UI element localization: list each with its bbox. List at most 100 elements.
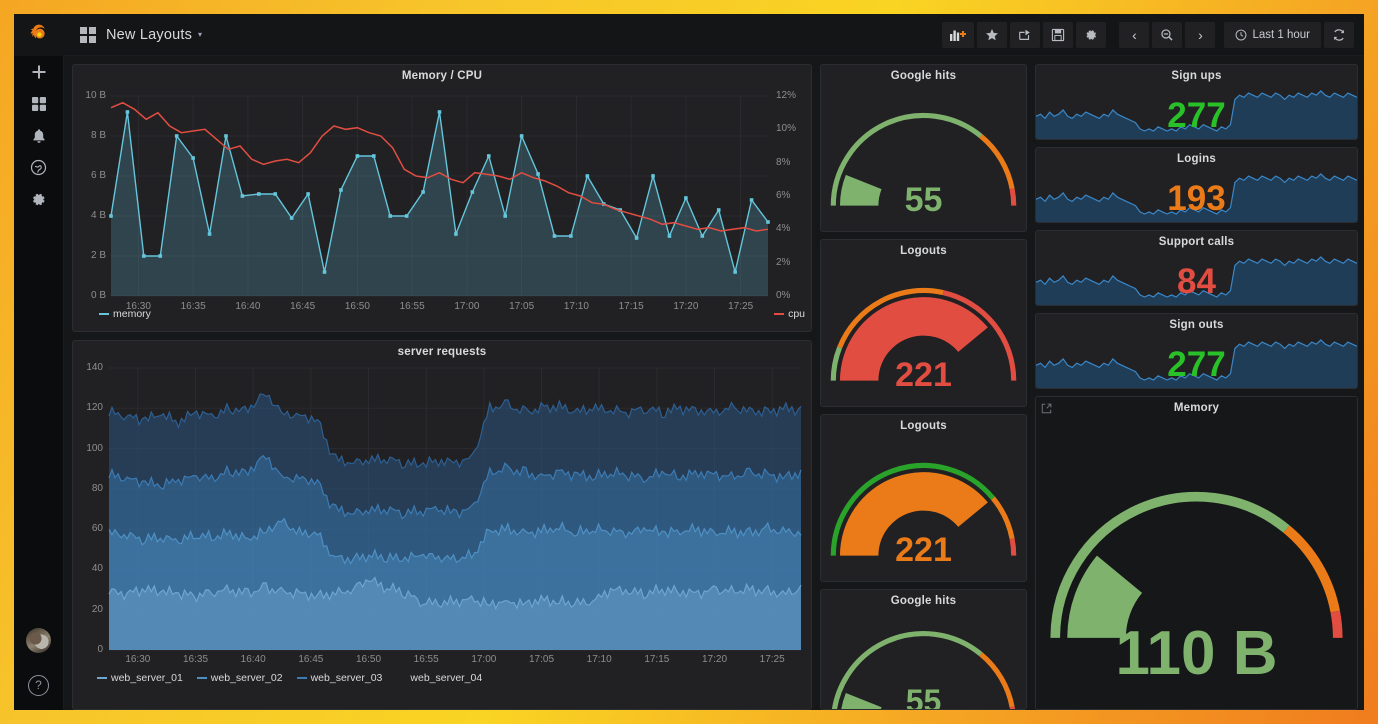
- gear-icon: [1086, 29, 1097, 40]
- avatar[interactable]: [26, 628, 51, 653]
- panel-title: Support calls: [1158, 236, 1235, 248]
- dashboard-title-group[interactable]: New Layouts ▾: [80, 26, 202, 43]
- axis-tick-label: 12%: [776, 90, 797, 101]
- axis-tick-label: 16:40: [235, 301, 261, 312]
- axis-tick-label: 2 B: [90, 250, 106, 261]
- gauge-value: 55: [905, 683, 942, 710]
- panel-title: Logouts: [900, 245, 947, 257]
- axis-tick-label: 60: [91, 523, 103, 535]
- axis-tick-label: 17:25: [728, 301, 754, 312]
- grafana-logo-icon[interactable]: [14, 14, 64, 56]
- stat-value: 277: [1167, 345, 1226, 384]
- legend-item[interactable]: web_server_04: [396, 672, 482, 684]
- server-requests-legend: web_server_01 web_server_02 web_server_03 w…: [97, 672, 482, 684]
- panel-title: Memory / CPU: [401, 70, 483, 82]
- axis-tick-label: 4%: [776, 223, 791, 235]
- time-range-picker[interactable]: Last 1 hour: [1224, 21, 1321, 48]
- page-title: New Layouts: [106, 26, 193, 43]
- panel-title: Sign outs: [1169, 319, 1224, 331]
- sidebar-item-dashboards[interactable]: [14, 88, 64, 119]
- add-panel-button[interactable]: [942, 21, 975, 48]
- topbar: New Layouts ▾ ‹ › Last 1 hour: [64, 14, 1364, 56]
- sidebar-item-alerting[interactable]: [14, 120, 64, 151]
- panel-sign-ups[interactable]: Sign ups 277: [1035, 64, 1358, 140]
- panel-support-calls[interactable]: Support calls 84: [1035, 230, 1358, 306]
- axis-tick-label: 16:45: [290, 301, 316, 312]
- axis-tick-label: 100: [86, 442, 103, 454]
- memory-cpu-plot: [109, 95, 770, 297]
- panel-server-requests[interactable]: server requests 0 20 40 60 80 100 120 140 16:30 1…: [72, 340, 812, 710]
- gauge-logouts-orange: 221: [821, 434, 1026, 581]
- panel-logouts-red[interactable]: Logouts 221: [820, 239, 1027, 407]
- axis-tick-label: 16:30: [125, 654, 151, 665]
- share-icon: [1019, 29, 1031, 40]
- legend-item[interactable]: web_server_01: [97, 672, 183, 684]
- axis-tick-label: 16:50: [344, 301, 370, 312]
- legend-cpu[interactable]: cpu: [774, 308, 805, 320]
- save-button[interactable]: [1043, 21, 1074, 48]
- grafana-app: ? New Layouts ▾ ‹ › Last 1 hour Memory /…: [14, 14, 1364, 710]
- time-range-next-button[interactable]: ›: [1185, 21, 1216, 48]
- axis-tick-label: 17:15: [644, 654, 670, 665]
- axis-tick-label: 0 B: [90, 290, 106, 301]
- settings-button[interactable]: [1076, 21, 1107, 48]
- time-range-prev-button[interactable]: ‹: [1119, 21, 1150, 48]
- axis-tick-label: 17:20: [701, 654, 728, 665]
- legend-item[interactable]: web_server_03: [296, 672, 382, 684]
- compass-icon: [30, 159, 47, 176]
- main-area: New Layouts ▾ ‹ › Last 1 hour Memory / C…: [64, 14, 1364, 710]
- stat-value: 277: [1167, 96, 1226, 135]
- axis-tick-label: 17:20: [673, 301, 699, 312]
- zoom-out-magnifier-icon: [1161, 28, 1174, 41]
- gear-icon: [33, 193, 45, 206]
- gauge-memory-large: 110 B: [1036, 416, 1357, 709]
- axis-tick-label: 40: [91, 563, 103, 575]
- sidebar-item-configuration[interactable]: [14, 184, 64, 215]
- legend-memory[interactable]: memory: [99, 308, 151, 320]
- sidebar-bottom: ?: [26, 628, 51, 710]
- panel-memory-cpu[interactable]: Memory / CPU 0 B 2 B 4 B 6 B 8 B 10 B 0% 2% 4% 6%…: [72, 64, 812, 332]
- axis-tick-label: 6 B: [90, 170, 106, 181]
- axis-tick-label: 17:10: [563, 301, 589, 312]
- star-button[interactable]: [977, 21, 1008, 48]
- panel-logouts-orange[interactable]: Logouts 221: [820, 414, 1027, 582]
- axis-tick-label: 0%: [776, 290, 791, 301]
- share-button[interactable]: [1010, 21, 1041, 48]
- panel-sign-outs[interactable]: Sign outs 277: [1035, 313, 1358, 389]
- star-icon: [986, 28, 999, 40]
- axis-tick-label: 20: [91, 603, 103, 615]
- column-left: Memory / CPU 0 B 2 B 4 B 6 B 8 B 10 B 0% 2% 4% 6%…: [72, 64, 812, 710]
- axis-tick-label: 6%: [776, 190, 791, 201]
- axis-tick-label: 16:35: [180, 301, 206, 312]
- time-range-zoom-out-button[interactable]: [1152, 21, 1183, 48]
- panel-title: Memory: [1173, 402, 1220, 414]
- column-gauges: Google hits 55 Logouts 221 Logouts 221 G…: [820, 64, 1027, 710]
- gauge-value: 110 B: [1115, 619, 1278, 688]
- axis-tick-label: 0: [97, 644, 103, 655]
- legend-swatch: [296, 677, 307, 679]
- axis-tick-label: 17:05: [509, 301, 535, 312]
- axis-tick-label: 17:25: [759, 654, 785, 665]
- panel-google-hits-top[interactable]: Google hits 55: [820, 64, 1027, 232]
- panel-memory-gauge[interactable]: Memory 110 B: [1035, 396, 1358, 710]
- axis-tick-label: 16:35: [182, 654, 209, 665]
- refresh-button[interactable]: [1324, 21, 1354, 48]
- gauge-value: 221: [895, 531, 952, 569]
- axis-tick-label: 140: [86, 362, 103, 373]
- dashboards-grid-icon: [31, 96, 46, 111]
- help-icon[interactable]: ?: [28, 675, 49, 696]
- dashboard-grid: Memory / CPU 0 B 2 B 4 B 6 B 8 B 10 B 0% 2% 4% 6%…: [64, 56, 1364, 710]
- legend-item[interactable]: web_server_02: [196, 672, 283, 684]
- panel-logins[interactable]: Logins 193: [1035, 147, 1358, 223]
- legend-label: cpu: [788, 308, 805, 320]
- gauge-logouts-red: 221: [821, 259, 1026, 406]
- clock-icon: [1236, 29, 1247, 40]
- panel-google-hits-bottom[interactable]: Google hits 55: [820, 589, 1027, 710]
- chevron-down-icon[interactable]: ▾: [198, 30, 202, 39]
- bell-icon: [32, 128, 45, 143]
- refresh-icon: [1334, 28, 1344, 41]
- sidebar-item-create[interactable]: [14, 56, 64, 87]
- axis-tick-label: 80: [91, 482, 103, 494]
- sidebar-item-explore[interactable]: [14, 152, 64, 183]
- gauge-threshold-segment: [979, 134, 1015, 190]
